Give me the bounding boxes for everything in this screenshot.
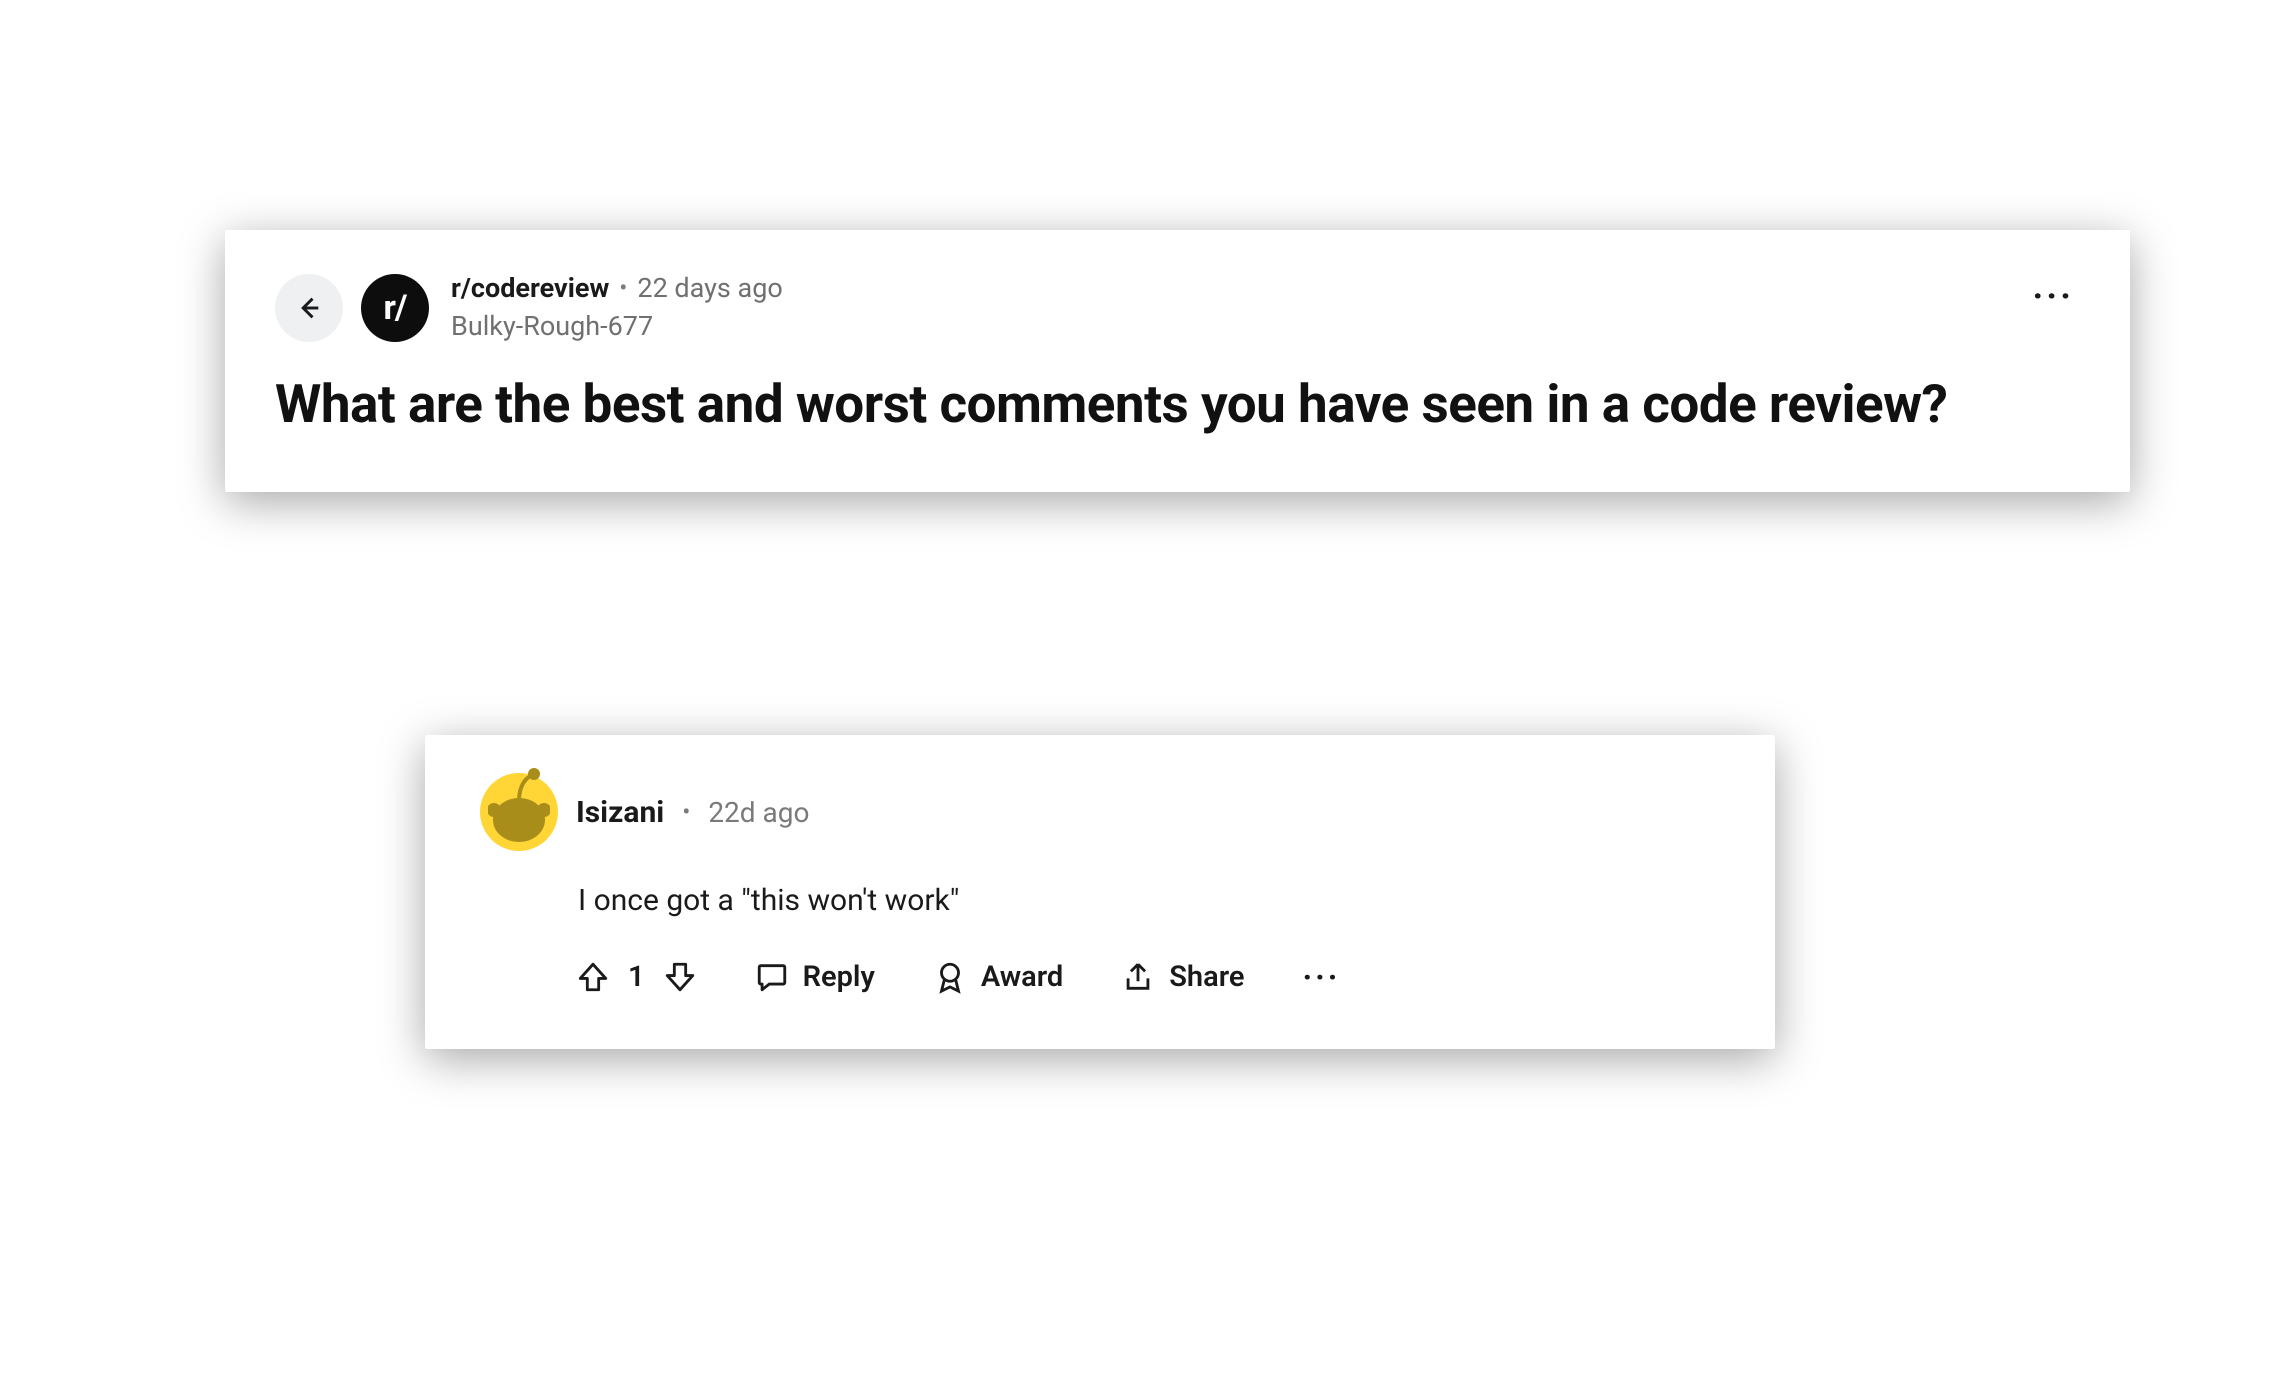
share-label: Share bbox=[1169, 960, 1244, 994]
snoo-icon bbox=[488, 765, 550, 855]
vote-group: 1 bbox=[576, 960, 697, 994]
comment-card: Isizani • 22d ago I once got a "this won… bbox=[425, 735, 1775, 1049]
reply-label: Reply bbox=[803, 960, 875, 994]
post-card: r/ r/codereview • 22 days ago Bulky-Roug… bbox=[225, 230, 2130, 492]
post-more-button[interactable]: ··· bbox=[2032, 278, 2074, 314]
post-header: r/ r/codereview • 22 days ago Bulky-Roug… bbox=[275, 270, 2080, 346]
meta-separator: • bbox=[619, 272, 627, 306]
subreddit-avatar[interactable]: r/ bbox=[361, 274, 429, 342]
comment-more-button[interactable]: ··· bbox=[1302, 961, 1340, 993]
award-icon bbox=[933, 960, 967, 994]
subreddit-link[interactable]: r/codereview bbox=[451, 270, 609, 308]
share-button[interactable]: Share bbox=[1121, 960, 1244, 994]
comment-header: Isizani • 22d ago bbox=[480, 773, 1720, 851]
meta-separator: • bbox=[682, 798, 690, 826]
award-button[interactable]: Award bbox=[933, 960, 1063, 994]
reply-button[interactable]: Reply bbox=[755, 960, 875, 994]
comment-username[interactable]: Isizani bbox=[576, 795, 664, 830]
back-button[interactable] bbox=[275, 274, 343, 342]
post-meta: r/codereview • 22 days ago Bulky-Rough-6… bbox=[451, 270, 783, 346]
comment-actions: 1 Reply Award Share ··· bbox=[576, 960, 1720, 994]
vote-score: 1 bbox=[628, 960, 645, 994]
comment-body: I once got a "this won't work" bbox=[578, 883, 1720, 918]
downvote-icon[interactable] bbox=[663, 960, 697, 994]
share-icon bbox=[1121, 960, 1155, 994]
arrow-left-icon bbox=[295, 294, 323, 322]
post-title: What are the best and worst comments you… bbox=[275, 371, 2080, 437]
upvote-icon[interactable] bbox=[576, 960, 610, 994]
comment-icon bbox=[755, 960, 789, 994]
post-author[interactable]: Bulky-Rough-677 bbox=[451, 308, 783, 346]
user-avatar[interactable] bbox=[480, 773, 558, 851]
post-age: 22 days ago bbox=[637, 270, 782, 308]
comment-age: 22d ago bbox=[708, 796, 809, 829]
award-label: Award bbox=[981, 960, 1063, 994]
